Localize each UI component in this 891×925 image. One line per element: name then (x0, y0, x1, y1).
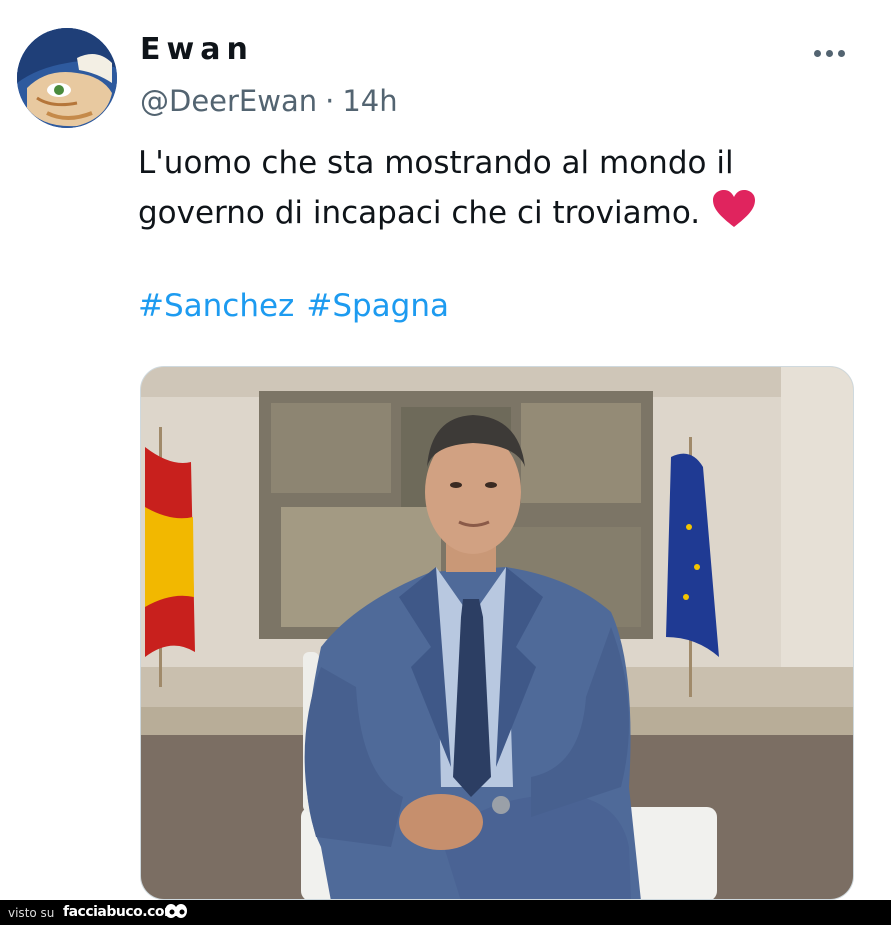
site-footer: visto su facciabuco.com (0, 900, 891, 925)
separator: · (325, 84, 335, 118)
dot-icon (814, 49, 821, 57)
red-heart-icon (712, 189, 756, 244)
tweet-text-line-content: governo di incapaci che ci troviamo. (138, 195, 701, 231)
tweet-text-line-2: governo di incapaci che ci troviamo. (138, 188, 838, 244)
more-options-button[interactable] (814, 46, 854, 60)
tweet-text-line: L'uomo che sta mostrando al mondo il (138, 145, 734, 181)
avatar-image (17, 28, 117, 128)
hashtag-spagna[interactable]: #Spagna (306, 288, 449, 324)
author-handle[interactable]: @DeerEwan (140, 84, 317, 118)
tweet-photo[interactable] (140, 366, 854, 900)
footer-brand[interactable]: facciabuco.com (63, 904, 179, 920)
handle-row: @DeerEwan · 14h (140, 84, 398, 118)
eyes-icon (164, 902, 188, 923)
photo-image (141, 367, 853, 899)
avatar[interactable] (17, 28, 117, 128)
hashtag-sanchez[interactable]: #Sanchez (138, 288, 294, 324)
hashtags: #Sanchez #Spagna (138, 288, 461, 324)
tweet-text: L'uomo che sta mostrando al mondo il gov… (138, 138, 838, 244)
author-name[interactable]: Ewan (140, 32, 254, 67)
footer-prefix: visto su (8, 906, 55, 920)
dot-icon (826, 49, 833, 57)
timestamp[interactable]: 14h (342, 84, 397, 118)
dot-icon (838, 49, 845, 57)
tweet-card: Ewan @DeerEwan · 14h L'uomo che sta mostra… (0, 0, 891, 900)
